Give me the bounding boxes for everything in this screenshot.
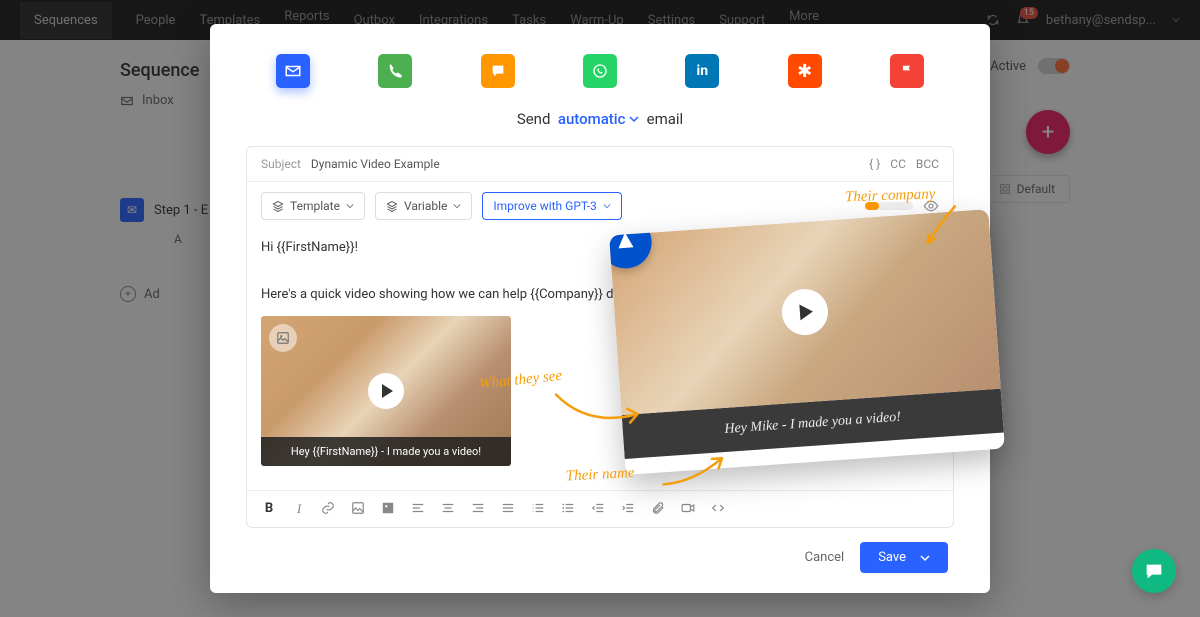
channel-whatsapp[interactable] — [583, 54, 617, 88]
email-editor: Subject Dynamic Video Example { } CC BCC… — [246, 146, 954, 528]
channel-linkedin[interactable]: in — [685, 54, 719, 88]
subject-row: Subject Dynamic Video Example { } CC BCC — [247, 147, 953, 182]
gif-button[interactable] — [381, 501, 397, 517]
video-button[interactable] — [681, 501, 697, 517]
align-justify-button[interactable] — [501, 501, 517, 517]
variable-button[interactable]: Variable — [375, 192, 472, 220]
code-button[interactable] — [711, 501, 727, 517]
chevron-down-icon — [920, 553, 930, 563]
chat-fab[interactable] — [1132, 549, 1176, 593]
chevron-down-icon — [453, 202, 461, 210]
layers-icon — [386, 200, 398, 212]
channel-selector: in ✱ — [246, 54, 954, 88]
email-body[interactable]: Hi {{FirstName}}! Here's a quick video s… — [247, 230, 953, 490]
image-icon — [269, 324, 297, 352]
preview-overlay: Hey Mike - I made you a video! Their com… — [598, 188, 1017, 495]
cc-button[interactable]: CC — [890, 157, 906, 171]
channel-task[interactable] — [890, 54, 924, 88]
align-right-button[interactable] — [471, 501, 487, 517]
chevron-down-icon — [346, 202, 354, 210]
send-mode-dropdown[interactable]: automatic — [558, 110, 639, 128]
save-button[interactable]: Save — [860, 542, 948, 573]
arrow-icon — [546, 383, 649, 440]
channel-sms[interactable] — [481, 54, 515, 88]
insert-variable-icon[interactable]: { } — [869, 157, 880, 171]
indent-button[interactable] — [621, 501, 637, 517]
list-ordered-button[interactable] — [531, 501, 547, 517]
italic-button[interactable]: I — [291, 501, 307, 517]
arrow-icon — [910, 200, 973, 254]
modal-footer: Cancel Save — [246, 528, 954, 573]
play-icon — [780, 288, 829, 337]
video-caption: Hey {{FirstName}} - I made you a video! — [261, 437, 511, 466]
list-unordered-button[interactable] — [561, 501, 577, 517]
close-button[interactable]: × — [972, 20, 986, 50]
link-button[interactable] — [321, 501, 337, 517]
image-button[interactable] — [351, 501, 367, 517]
channel-email[interactable] — [276, 54, 310, 88]
format-toolbar: B I — [247, 490, 953, 527]
align-left-button[interactable] — [411, 501, 427, 517]
channel-phone[interactable] — [378, 54, 412, 88]
bold-button[interactable]: B — [261, 501, 277, 517]
chat-icon — [1143, 560, 1165, 582]
align-center-button[interactable] — [441, 501, 457, 517]
cancel-button[interactable]: Cancel — [805, 550, 845, 565]
subject-input[interactable]: Dynamic Video Example — [311, 157, 869, 171]
channel-zapier[interactable]: ✱ — [788, 54, 822, 88]
compose-modal: × in ✱ Send automatic email Subject Dyna… — [210, 24, 990, 593]
company-logo-badge — [609, 215, 653, 271]
template-button[interactable]: Template — [261, 192, 365, 220]
send-mode-row: Send automatic email — [246, 110, 954, 128]
annotation-name: Their name — [565, 465, 635, 486]
subject-label: Subject — [261, 157, 301, 171]
chevron-down-icon — [603, 202, 611, 210]
play-icon — [368, 373, 404, 409]
bcc-button[interactable]: BCC — [916, 157, 939, 171]
arrow-icon — [657, 449, 740, 494]
attachment-button[interactable] — [651, 501, 667, 517]
outdent-button[interactable] — [591, 501, 607, 517]
video-thumbnail[interactable]: Hey {{FirstName}} - I made you a video! — [261, 316, 511, 466]
layers-icon — [272, 200, 284, 212]
